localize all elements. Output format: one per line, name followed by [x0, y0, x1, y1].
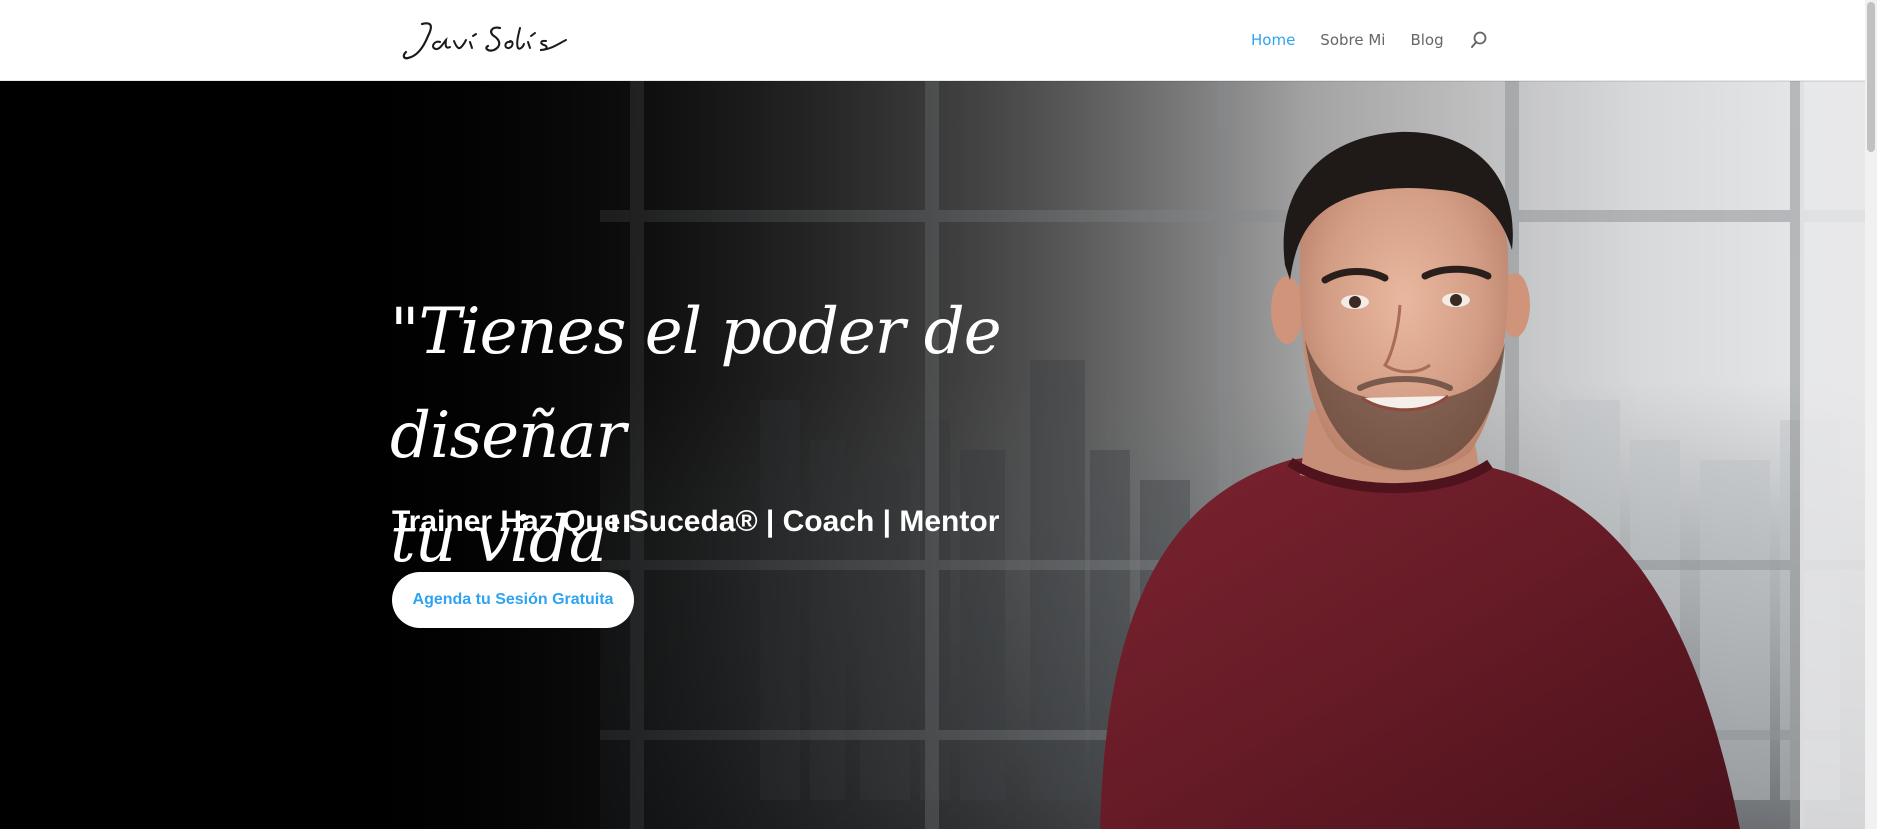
scrollbar-thumb[interactable]: [1867, 2, 1875, 152]
hero-section: "Tienes el poder de diseñar tu vida" Tra…: [0, 80, 1865, 829]
hero-quote: "Tienes el poder de diseñar tu vida": [390, 280, 1110, 592]
main-nav: Home Sobre Mi Blog: [1251, 30, 1489, 50]
agenda-sesion-button[interactable]: Agenda tu Sesión Gratuita: [392, 572, 634, 628]
hero-subtitle: Trainer Haz Que Suceda® | Coach | Mentor: [392, 505, 1000, 538]
site-header: Home Sobre Mi Blog: [0, 0, 1865, 81]
logo-signature: [402, 22, 567, 60]
page: Home Sobre Mi Blog "Tienes el poder de d…: [0, 0, 1877, 829]
logo[interactable]: [400, 14, 570, 66]
page-scrollbar[interactable]: [1865, 0, 1877, 829]
nav-item-sobre-mi[interactable]: Sobre Mi: [1320, 30, 1385, 50]
hero-quote-line-1: "Tienes el poder de diseñar: [390, 295, 1002, 473]
nav-item-home[interactable]: Home: [1251, 30, 1295, 50]
nav-item-blog[interactable]: Blog: [1410, 30, 1443, 50]
search-icon[interactable]: [1469, 30, 1489, 50]
